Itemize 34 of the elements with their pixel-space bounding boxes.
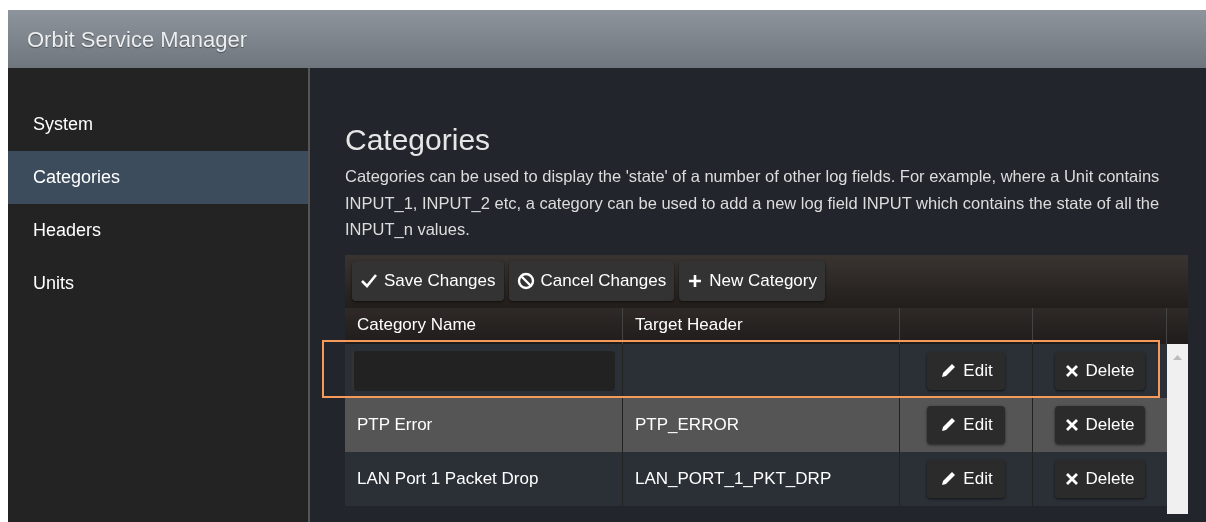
close-icon (1065, 417, 1080, 432)
table-cell-text: PTP Error (356, 413, 434, 436)
edit-button[interactable]: Edit (927, 405, 1005, 444)
plus-icon (687, 273, 704, 289)
app-title: Orbit Service Manager (27, 25, 248, 54)
column-header: Category Name (357, 314, 477, 336)
close-icon (1065, 471, 1080, 486)
pencil-icon (939, 415, 958, 434)
sidebar-item[interactable]: Categories (8, 151, 308, 204)
delete-button[interactable]: Delete (1055, 351, 1145, 390)
sidebar-item[interactable]: System (8, 98, 308, 151)
table-row[interactable]: PTP Error PTP_ERROR Edit Delete (345, 397, 1167, 452)
toolbar-button[interactable]: Cancel Changes (508, 261, 675, 301)
table-cell-text: PTP_ERROR (635, 413, 739, 436)
column-header: Target Header (635, 314, 743, 336)
toolbar-button[interactable]: Save Changes (352, 261, 504, 301)
table-cell-text: LAN Port 1 Packet Drop (356, 467, 540, 490)
prohibited-icon (516, 272, 535, 290)
pencil-icon (939, 469, 958, 488)
edit-button[interactable]: Edit (927, 459, 1005, 498)
delete-button[interactable]: Delete (1055, 459, 1145, 498)
delete-button[interactable]: Delete (1055, 405, 1145, 444)
sidebar-item[interactable]: Units (8, 257, 308, 310)
close-icon (1065, 363, 1080, 378)
toolbar-button[interactable]: New Category (679, 261, 825, 301)
edit-button[interactable]: Edit (927, 351, 1005, 390)
table-row[interactable]: LAN Port 1 Packet Drop LAN_PORT_1_PKT_DRP Edit Delete (345, 451, 1167, 506)
page-title: Categories (345, 122, 492, 158)
check-icon (360, 273, 378, 289)
page-description: Categories can be used to display the 'state' of a number of other log fields. For example, where a Unit contains INPUT_1, INPUT_2 etc, a category can be used to add a new log field INPUT which contains the state of all the INPUT_n values. (345, 166, 1161, 240)
table-cell-text: LAN_PORT_1_PKT_DRP (635, 467, 832, 490)
pencil-icon (939, 361, 958, 380)
scrollbar[interactable] (1167, 343, 1188, 514)
sidebar-item[interactable]: Headers (8, 204, 308, 257)
